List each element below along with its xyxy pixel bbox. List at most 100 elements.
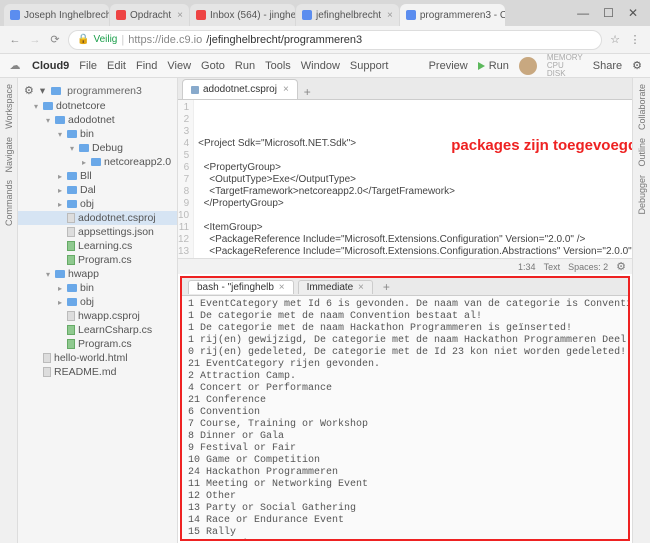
close-icon[interactable]: × — [387, 10, 393, 21]
file-icon — [67, 255, 75, 265]
rail-commands[interactable]: Commands — [4, 180, 14, 226]
file-icon — [67, 325, 75, 335]
folder-icon — [79, 144, 89, 152]
back-icon[interactable]: ← — [8, 34, 22, 46]
cursor-position: 1:34 — [518, 262, 536, 272]
tree-node[interactable]: appsettings.json — [18, 225, 177, 239]
close-icon[interactable]: × — [279, 282, 285, 293]
folder-icon — [43, 102, 53, 110]
tree-node[interactable]: ▾Debug — [18, 141, 177, 155]
close-icon[interactable]: × — [283, 84, 289, 95]
file-icon — [43, 367, 51, 377]
menu-view[interactable]: View — [167, 60, 191, 72]
file-icon — [67, 311, 75, 321]
console-tab-bash[interactable]: bash - "jefinghelb × — [188, 280, 294, 294]
add-tab-icon[interactable]: + — [383, 280, 390, 294]
tree-node[interactable]: Learning.cs — [18, 239, 177, 253]
tree-node[interactable]: ▾adodotnet — [18, 113, 177, 127]
tree-node[interactable]: hwapp.csproj — [18, 309, 177, 323]
tree-node[interactable]: Program.cs — [18, 253, 177, 267]
preview-button[interactable]: Preview — [429, 60, 468, 72]
indent-setting[interactable]: Spaces: 2 — [568, 262, 608, 272]
folder-icon — [67, 200, 77, 208]
tree-label: netcoreapp2.0 — [104, 156, 171, 168]
rail-debugger[interactable]: Debugger — [637, 175, 647, 215]
menu-run[interactable]: Run — [235, 60, 255, 72]
rail-navigate[interactable]: Navigate — [4, 137, 14, 173]
window-minimize-icon[interactable]: — — [577, 6, 589, 20]
close-icon[interactable]: × — [358, 282, 364, 293]
close-icon[interactable]: × — [177, 10, 183, 21]
console-output[interactable]: 1 EventCategory met Id 6 is gevonden. De… — [182, 296, 628, 539]
tree-label: adodotnet.csproj — [78, 212, 156, 224]
line-gutter: 1 2 3 4 5 6 7 8 9 10 11 12 13 14 15 16 — [178, 100, 194, 258]
code-editor[interactable]: 1 2 3 4 5 6 7 8 9 10 11 12 13 14 15 16 p… — [178, 100, 632, 258]
menu-file[interactable]: File — [79, 60, 97, 72]
menu-support[interactable]: Support — [350, 60, 389, 72]
star-icon[interactable]: ☆ — [608, 33, 622, 46]
forward-icon[interactable]: → — [28, 34, 42, 46]
window-maximize-icon[interactable]: ☐ — [603, 6, 614, 20]
menu-edit[interactable]: Edit — [107, 60, 126, 72]
menu-tools[interactable]: Tools — [265, 60, 291, 72]
share-button[interactable]: Share — [593, 60, 622, 72]
reload-icon[interactable]: ⟳ — [48, 33, 62, 46]
window-close-icon[interactable]: ✕ — [628, 6, 638, 20]
browser-tab[interactable]: Joseph Inghelbrecht× — [4, 4, 109, 26]
tree-label: Debug — [92, 142, 123, 154]
tree-label: bin — [80, 128, 94, 140]
tree-node[interactable]: LearnCsharp.cs — [18, 323, 177, 337]
tree-gear-icon[interactable]: ⚙ — [24, 84, 34, 97]
add-tab-icon[interactable]: + — [304, 85, 311, 99]
tree-label: Program.cs — [78, 254, 132, 266]
tree-label: README.md — [54, 366, 116, 378]
browser-tab[interactable]: Inbox (564) - jinghe× — [190, 4, 295, 26]
rail-outline[interactable]: Outline — [637, 138, 647, 167]
browser-tab[interactable]: Opdracht× — [110, 4, 189, 26]
rail-workspace[interactable]: Workspace — [4, 84, 14, 129]
tree-node[interactable]: ▾bin — [18, 127, 177, 141]
tree-node[interactable]: README.md — [18, 365, 177, 379]
menu-goto[interactable]: Goto — [201, 60, 225, 72]
gear-icon[interactable]: ⚙ — [632, 59, 642, 72]
editor-status-bar: 1:34 Text Spaces: 2 ⚙ — [178, 258, 632, 274]
tree-node[interactable]: ▸bin — [18, 281, 177, 295]
file-icon — [67, 213, 75, 223]
tree-node[interactable]: ▾dotnetcore — [18, 99, 177, 113]
tree-root[interactable]: programmeren3 — [67, 85, 142, 97]
console-tab-immediate[interactable]: Immediate × — [298, 280, 373, 294]
cloud-icon[interactable]: ☁ — [8, 59, 22, 72]
tree-label: LearnCsharp.cs — [78, 324, 152, 336]
browser-tab[interactable]: jefinghelbrecht× — [296, 4, 399, 26]
editor-tab[interactable]: adodotnet.csproj × — [182, 79, 298, 99]
tree-label: Learning.cs — [78, 240, 132, 252]
file-icon — [191, 86, 199, 94]
address-bar: ← → ⟳ 🔒 Veilig | https://ide.c9.io/jefin… — [0, 26, 650, 54]
tree-node[interactable]: ▸netcoreapp2.0 — [18, 155, 177, 169]
menu-window[interactable]: Window — [301, 60, 340, 72]
gear-icon[interactable]: ⚙ — [616, 260, 626, 273]
tree-node[interactable]: ▸obj — [18, 295, 177, 309]
tree-node[interactable]: ▸Bll — [18, 169, 177, 183]
menu-icon[interactable]: ⋮ — [628, 33, 642, 46]
menu-find[interactable]: Find — [136, 60, 157, 72]
tree-node[interactable]: ▸obj — [18, 197, 177, 211]
play-icon — [478, 62, 485, 70]
tree-node[interactable]: ▸Dal — [18, 183, 177, 197]
syntax-mode[interactable]: Text — [544, 262, 561, 272]
browser-tab-active[interactable]: programmeren3 - C× — [400, 4, 505, 26]
tree-node[interactable]: Program.cs — [18, 337, 177, 351]
rail-collaborate[interactable]: Collaborate — [637, 84, 647, 130]
tree-node[interactable]: ▾hwapp — [18, 267, 177, 281]
tree-label: Bll — [80, 170, 92, 182]
tree-label: hello-world.html — [54, 352, 128, 364]
tree-node[interactable]: adodotnet.csproj — [18, 211, 177, 225]
folder-icon — [51, 87, 61, 95]
avatar[interactable] — [519, 57, 537, 75]
run-button[interactable]: Run — [478, 60, 509, 72]
browser-tab-strip: Joseph Inghelbrecht× Opdracht× Inbox (56… — [0, 0, 650, 26]
url-input[interactable]: 🔒 Veilig | https://ide.c9.io/jefinghelbr… — [68, 30, 602, 50]
file-icon — [67, 227, 75, 237]
tree-node[interactable]: hello-world.html — [18, 351, 177, 365]
console-panel: bash - "jefinghelb × Immediate × + 1 Eve… — [180, 276, 630, 541]
